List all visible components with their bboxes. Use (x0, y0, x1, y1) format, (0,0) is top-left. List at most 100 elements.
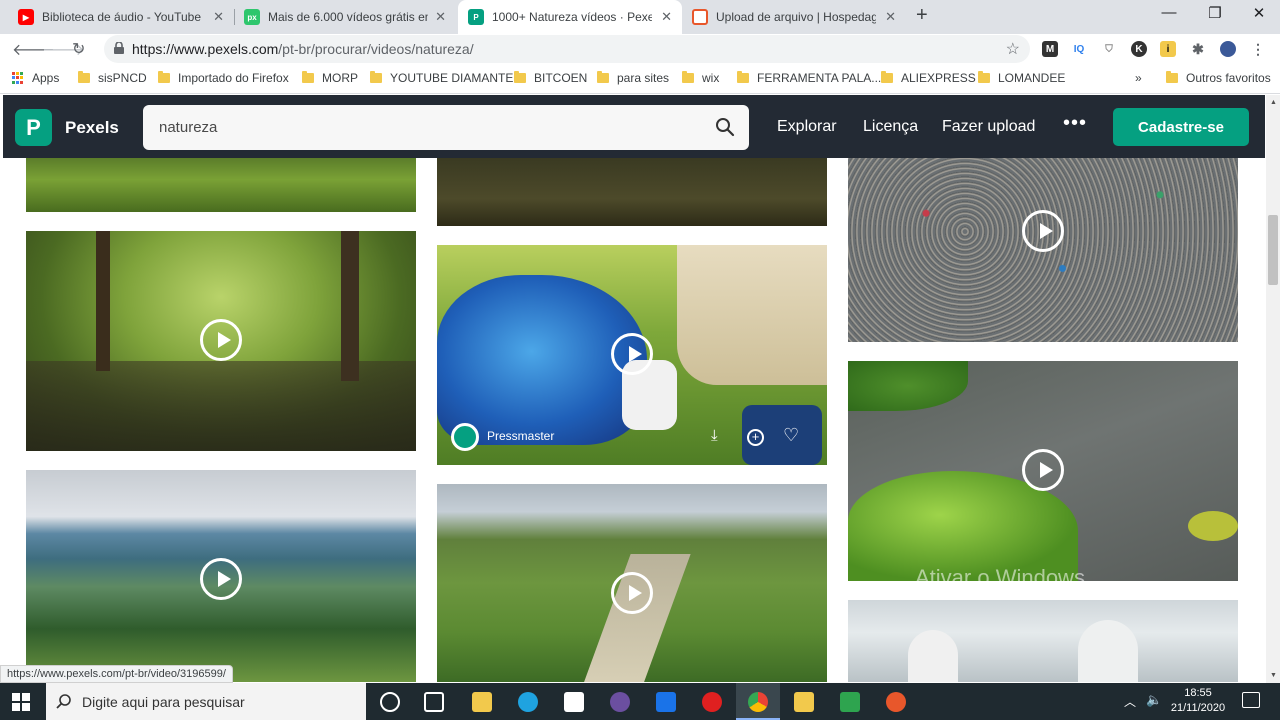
video-thumbnail-river-aerial[interactable] (848, 361, 1238, 581)
bookmark-folder[interactable]: ALIEXPRESS (881, 71, 976, 85)
mail-icon[interactable] (656, 692, 676, 712)
notes-icon[interactable] (794, 692, 814, 712)
cortana-icon[interactable] (380, 692, 400, 712)
extension-k-icon[interactable]: K (1131, 41, 1147, 57)
video-thumbnail-mountain-valley[interactable] (26, 470, 416, 682)
author-avatar[interactable] (451, 423, 479, 451)
notification-center-icon[interactable] (1242, 692, 1260, 708)
lock-icon (114, 42, 124, 54)
nav-explorar[interactable]: Explorar (777, 118, 837, 136)
camtasia-icon[interactable] (840, 692, 860, 712)
taskbar-clock[interactable]: 18:55 21/11/2020 (1168, 686, 1228, 716)
like-heart-icon[interactable]: ♡ (783, 425, 799, 446)
reload-button[interactable]: ↻ (72, 39, 85, 59)
bookmarks-bar: Apps sisPNCD Importado do Firefox MORP Y… (0, 64, 1280, 94)
nav-fazer-upload[interactable]: Fazer upload (942, 118, 1035, 136)
folder-icon (737, 71, 749, 83)
folder-icon (881, 71, 893, 83)
play-icon[interactable] (611, 333, 653, 375)
extension-iq-icon[interactable]: IQ (1071, 41, 1087, 57)
puzzle-icon[interactable]: ✱ (1190, 41, 1206, 57)
tab-youtube-studio[interactable]: ▶ Biblioteca de áudio - YouTube Studio ✕ (8, 0, 234, 34)
bookmark-folder[interactable]: para sites (597, 71, 669, 85)
folder-icon (302, 71, 314, 83)
bookmark-folder[interactable]: YOUTUBE DIAMANTE (370, 71, 513, 85)
video-thumbnail-crops[interactable] (26, 158, 416, 212)
play-icon[interactable] (200, 558, 242, 600)
shield-icon[interactable]: ⛉ (1101, 41, 1117, 57)
video-thumbnail-trash-bags[interactable]: Pressmaster ⤓ + ♡ (437, 245, 827, 465)
tab-hosting-upload[interactable]: Upload de arquivo | Hospedagem ✕ (682, 0, 906, 34)
close-icon[interactable]: ✕ (435, 9, 446, 25)
avatar[interactable] (1220, 41, 1236, 57)
close-icon[interactable]: ✕ (661, 9, 672, 25)
search-box[interactable]: natureza (143, 105, 749, 150)
nav-licenca[interactable]: Licença (863, 118, 918, 136)
bookmark-folder[interactable]: sisPNCD (78, 71, 147, 85)
store-icon[interactable] (564, 692, 584, 712)
play-icon[interactable] (611, 572, 653, 614)
author-name[interactable]: Pressmaster (487, 429, 554, 443)
new-tab-button[interactable]: + (916, 4, 928, 27)
video-thumbnail-lab-workers[interactable] (848, 600, 1238, 682)
bookmark-folder[interactable]: Importado do Firefox (158, 71, 289, 85)
play-icon[interactable] (1022, 449, 1064, 491)
folder-icon (978, 71, 990, 83)
bookmark-folder[interactable]: BITCOEN (514, 71, 587, 85)
url-text: https://www.pexels.com/pt-br/procurar/vi… (132, 41, 474, 57)
signup-button[interactable]: Cadastre-se (1113, 108, 1249, 146)
extension-i-icon[interactable]: i (1160, 41, 1176, 57)
opera-icon[interactable] (702, 692, 722, 712)
close-icon[interactable]: ✕ (885, 9, 896, 25)
bookmarks-more-button[interactable]: » (1135, 71, 1142, 85)
bookmark-folder[interactable]: LOMANDEE (978, 71, 1065, 85)
add-collection-icon[interactable]: + (747, 429, 764, 446)
chrome-taskbar-active[interactable] (736, 683, 780, 720)
pexels-logo-icon[interactable]: P (15, 109, 52, 146)
more-menu-button[interactable]: ••• (1063, 112, 1087, 135)
tab-title: Upload de arquivo | Hospedagem (716, 10, 876, 24)
close-icon[interactable]: ✕ (213, 9, 224, 25)
bookmark-other-favorites[interactable]: Outros favoritos (1166, 71, 1271, 85)
play-icon[interactable] (200, 319, 242, 361)
tray-chevron-icon[interactable]: ︿ (1124, 693, 1136, 710)
task-view-icon[interactable] (424, 692, 444, 712)
edge-icon[interactable] (518, 692, 538, 712)
windows-start-icon[interactable] (12, 693, 30, 711)
scrollbar-thumb[interactable] (1268, 215, 1278, 285)
download-icon[interactable]: ⤓ (711, 427, 718, 444)
video-thumbnail-forest-dark[interactable] (437, 158, 827, 226)
video-thumbnail-plastic-waste[interactable] (848, 158, 1238, 342)
file-explorer-icon[interactable] (472, 692, 492, 712)
search-icon[interactable] (715, 117, 735, 137)
minimize-button[interactable]: — (1146, 4, 1192, 21)
folder-icon (370, 71, 382, 83)
taskbar-search[interactable]: Digite aqui para pesquisar (46, 683, 366, 720)
search-input[interactable]: natureza (159, 119, 217, 136)
scroll-up-icon[interactable]: ▲ (1270, 99, 1277, 106)
video-thumbnail-farm-road[interactable] (437, 484, 827, 682)
play-icon[interactable] (1022, 210, 1064, 252)
app-orb-icon[interactable] (610, 692, 630, 712)
chrome-icon (748, 692, 768, 712)
page-scrollbar[interactable]: ▲ ▼ (1266, 95, 1280, 683)
address-bar[interactable]: https://www.pexels.com/pt-br/procurar/vi… (104, 35, 1030, 63)
bookmark-apps[interactable]: Apps (12, 71, 59, 85)
bookmark-star-icon[interactable]: ☆ (1006, 39, 1020, 59)
close-window-button[interactable]: ✕ (1236, 4, 1280, 22)
folder-icon (597, 71, 609, 83)
scroll-down-icon[interactable]: ▼ (1270, 672, 1277, 679)
extension-m-icon[interactable]: M (1042, 41, 1058, 57)
bookmark-folder[interactable]: wix (682, 71, 719, 85)
bookmark-folder[interactable]: MORP (302, 71, 358, 85)
browser-toolbar: 🡐 🡒 ↻ https://www.pexels.com/pt-br/procu… (0, 34, 1280, 64)
menu-icon[interactable]: ⋮ (1250, 41, 1266, 57)
maximize-button[interactable]: ❐ (1192, 4, 1238, 22)
bookmark-folder[interactable]: FERRAMENTA PALA... (737, 71, 881, 85)
tab-pixabay[interactable]: px Mais de 6.000 vídeos grátis em HD ✕ (234, 0, 456, 34)
tab-pexels[interactable]: P 1000+ Natureza vídeos · Pexels ✕ (458, 0, 682, 34)
app-icon[interactable] (886, 692, 906, 712)
brand-name[interactable]: Pexels (65, 118, 119, 138)
video-thumbnail-forest-stream[interactable] (26, 231, 416, 451)
volume-icon[interactable]: 🔈 (1146, 692, 1162, 708)
